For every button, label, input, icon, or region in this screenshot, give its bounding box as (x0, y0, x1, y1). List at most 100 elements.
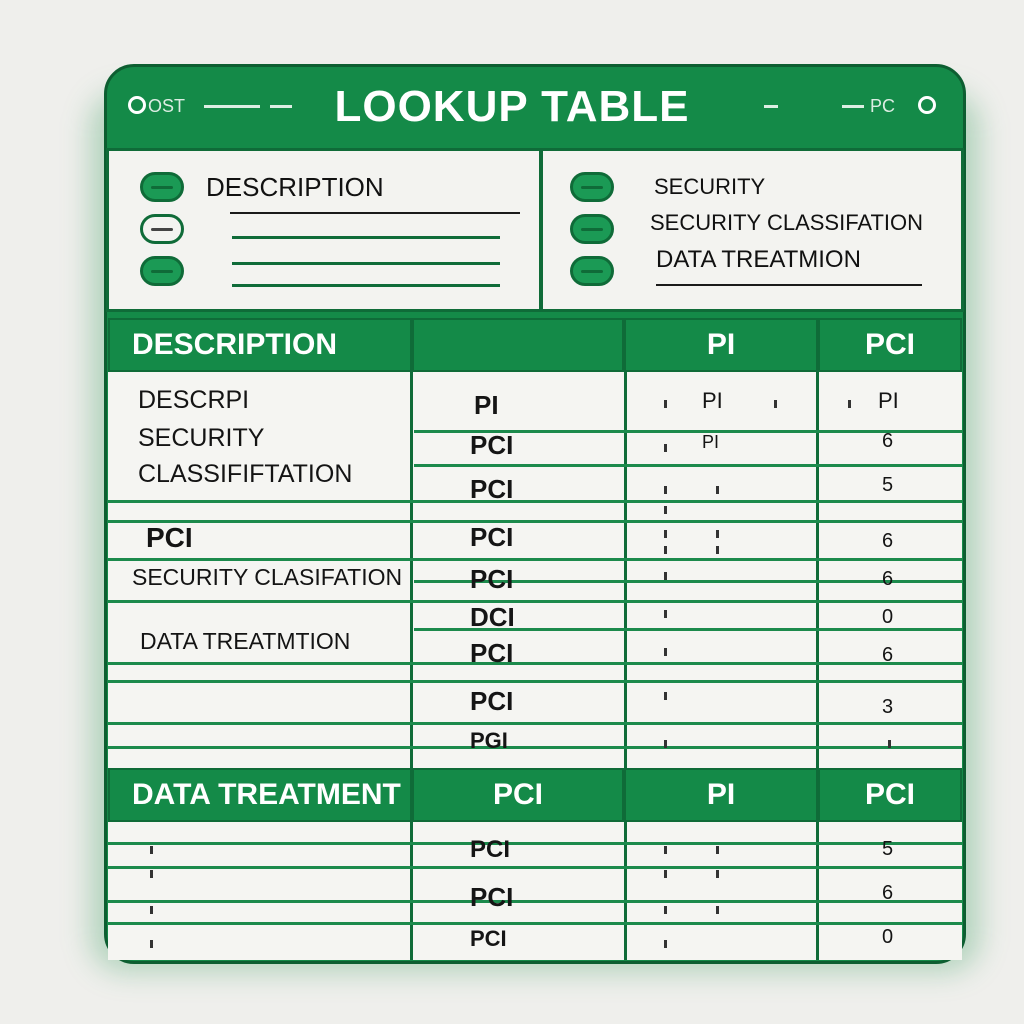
table-cell: SECURITY CLASIFATION (132, 564, 403, 590)
dash-icon (842, 105, 864, 108)
dot-icon (664, 870, 667, 878)
header-pci[interactable]: PCI (818, 318, 962, 372)
table-cell: PCI (470, 430, 514, 460)
table-cell: SECURITY (138, 424, 265, 452)
table-cell: 6 (882, 644, 894, 666)
table-cell: DESCRPI (138, 386, 250, 414)
row-divider (108, 866, 962, 869)
legend-right-item: DATA TREATMION (656, 246, 861, 273)
dot-icon (664, 400, 667, 408)
header-data-treatment[interactable]: DATA TREATMENT (108, 768, 412, 822)
toggle-pill-icon[interactable] (140, 214, 184, 244)
table-cell: PCI (146, 522, 193, 553)
header-description[interactable]: DESCRIPTION (108, 318, 412, 372)
row-divider (108, 558, 962, 561)
dash-icon (764, 105, 778, 108)
dot-icon (664, 648, 667, 656)
dot-icon (888, 740, 891, 748)
table-cell: DCI (470, 602, 515, 632)
legend-left-line (230, 212, 520, 214)
dot-icon (664, 846, 667, 854)
row-divider (108, 722, 962, 725)
table-cell: CLASSIFIFTATION (138, 460, 353, 488)
column-divider (410, 372, 413, 768)
table-cell: DATA TREATMTION (140, 628, 351, 654)
table-cell: PCI (470, 926, 507, 951)
table-cell: PI (474, 390, 499, 420)
table-cell: 5 (882, 474, 894, 496)
toggle-pill-icon[interactable] (140, 256, 184, 286)
table-cell: 6 (882, 530, 894, 552)
dot-icon (664, 906, 667, 914)
legend-left-line (232, 236, 500, 239)
table-cell: 6 (882, 430, 894, 452)
row-divider (108, 600, 962, 603)
table-cell: 6 (882, 568, 894, 590)
row-divider (108, 662, 962, 665)
legend-right-item: SECURITY (654, 174, 766, 199)
dot-icon (664, 740, 667, 748)
toggle-pill-icon[interactable] (570, 214, 614, 244)
header-blank[interactable] (412, 318, 624, 372)
row-divider (414, 464, 962, 467)
table-cell: PI (878, 388, 899, 413)
table-cell: 0 (882, 606, 894, 628)
table-cell: PCI (470, 836, 511, 863)
dot-icon (664, 692, 667, 700)
dot-icon (716, 870, 719, 878)
table-cell: 6 (882, 882, 894, 904)
toggle-pill-icon[interactable] (140, 172, 184, 202)
dot-icon (150, 906, 153, 914)
dot-icon (774, 400, 777, 408)
legend-left-line (232, 262, 500, 265)
circle-icon (918, 96, 936, 114)
dot-icon (664, 572, 667, 580)
row-divider (108, 520, 962, 523)
row-divider (108, 500, 962, 503)
table-cell: 5 (882, 838, 894, 860)
table-cell: PCI (470, 474, 514, 504)
table-cell: PI (702, 432, 720, 452)
table-cell: PCI (470, 522, 514, 552)
header-pci[interactable]: PCI (818, 768, 962, 822)
dot-icon (664, 530, 667, 538)
dot-icon (664, 940, 667, 948)
table-cell: PCI (470, 686, 514, 716)
dot-icon (716, 546, 719, 554)
dot-icon (664, 546, 667, 554)
dot-icon (150, 846, 153, 854)
header-pi[interactable]: PI (624, 318, 818, 372)
dot-icon (716, 486, 719, 494)
toggle-pill-icon[interactable] (570, 172, 614, 202)
dot-icon (848, 400, 851, 408)
dot-icon (716, 906, 719, 914)
table-cell: PCI (470, 882, 514, 912)
row-divider (108, 900, 962, 903)
legend-right-item: SECURITY CLASSIFATION (650, 210, 924, 235)
table-cell: 3 (882, 696, 894, 718)
dot-icon (150, 870, 153, 878)
toggle-pill-icon[interactable] (570, 256, 614, 286)
table-cell: PI (702, 388, 723, 413)
row-divider (108, 842, 962, 845)
header-pci[interactable]: PCI (412, 768, 624, 822)
titlebar-right-label: PC (870, 96, 896, 116)
legend-left-line (232, 284, 500, 287)
row-divider (108, 746, 962, 749)
table-cell: PGI (470, 728, 508, 753)
header-pi[interactable]: PI (624, 768, 818, 822)
dot-icon (716, 530, 719, 538)
dot-icon (150, 940, 153, 948)
legend-left-label: DESCRIPTION (206, 172, 384, 202)
legend-right-line (656, 284, 922, 286)
dot-icon (664, 444, 667, 452)
dot-icon (716, 846, 719, 854)
table-cell: PCI (470, 564, 514, 594)
dot-icon (664, 610, 667, 618)
table-cell: PCI (470, 638, 514, 668)
dot-icon (664, 506, 667, 514)
table-cell: 0 (882, 926, 894, 948)
dot-icon (664, 486, 667, 494)
row-divider (108, 922, 962, 925)
row-divider (108, 680, 962, 683)
